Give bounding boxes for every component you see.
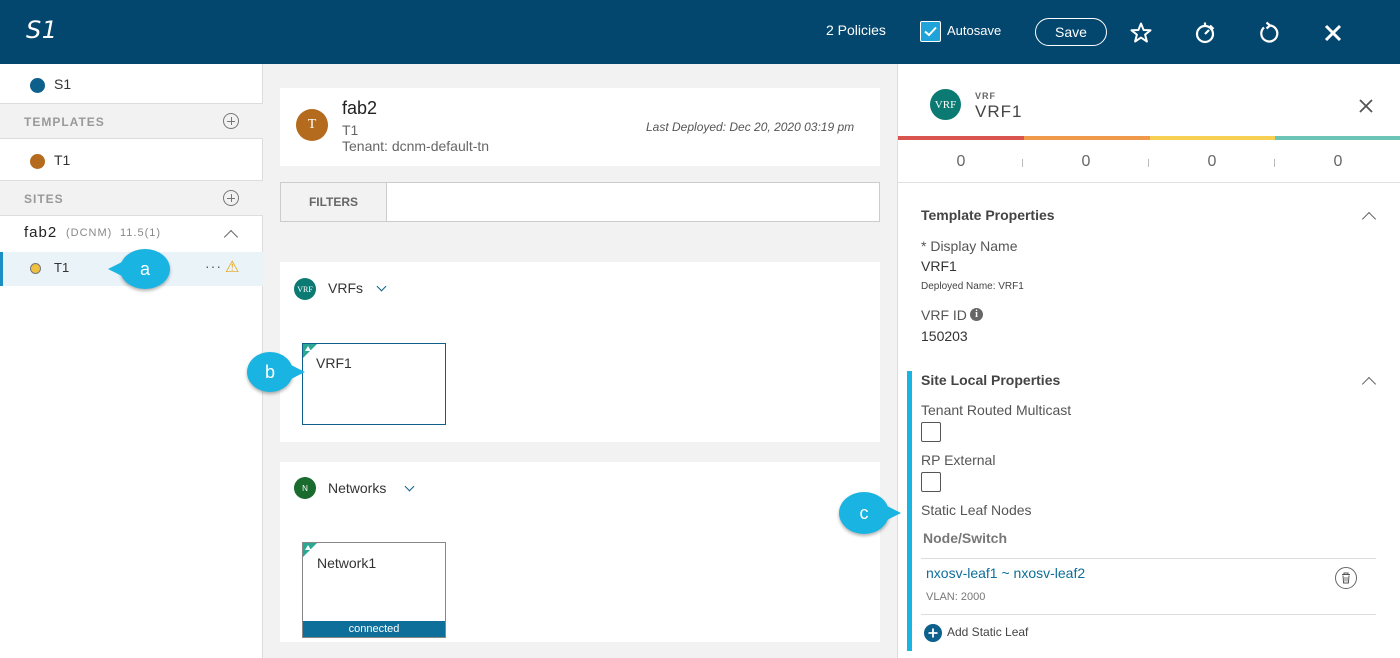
stat-critical: 0 xyxy=(956,153,966,170)
vrf-tile-label: VRF1 xyxy=(316,355,352,371)
panel-close-icon[interactable] xyxy=(1356,96,1376,116)
display-name-label: * Display Name xyxy=(921,238,1018,254)
static-leaf-label: Static Leaf Nodes xyxy=(921,502,1032,518)
refresh-icon[interactable] xyxy=(1256,20,1282,46)
last-deployed: Last Deployed: Dec 20, 2020 03:19 pm xyxy=(646,120,855,134)
site-local-properties-heading[interactable]: Site Local Properties xyxy=(921,372,1060,388)
panel-object-name: VRF1 xyxy=(975,102,1023,121)
template-avatar: T xyxy=(296,109,328,141)
node-switch-header: Node/Switch xyxy=(923,530,1008,546)
callout-a-label: a xyxy=(139,258,150,279)
template-item-t1[interactable]: T1 xyxy=(0,139,263,181)
filters-bar[interactable]: FILTERS xyxy=(280,182,880,222)
app-header: S1 2 Policies Autosave Save xyxy=(0,0,1400,64)
panel-avatar: VRF xyxy=(930,89,961,120)
properties-panel: VRF VRF VRF1 0 0 0 0 Template Properties… xyxy=(897,64,1400,658)
site-item-fab2[interactable]: fab2 (DCNM) 11.5(1) xyxy=(0,216,263,252)
stat-warning: 0 xyxy=(1333,153,1343,170)
template-item-label: T1 xyxy=(54,152,71,168)
info-icon[interactable]: i xyxy=(970,308,983,321)
collapse-site-local-icon[interactable] xyxy=(1361,376,1377,392)
filters-tab[interactable]: FILTERS xyxy=(281,183,387,221)
trm-label: Tenant Routed Multicast xyxy=(921,402,1072,418)
vrf-id-value: 150203 xyxy=(921,328,968,344)
warning-icon: ⚠ xyxy=(225,259,240,276)
schema-title: S1 xyxy=(26,16,58,44)
save-button[interactable]: Save xyxy=(1035,18,1107,46)
networks-card: N Networks Network1 connected xyxy=(280,462,880,642)
autosave-checkbox[interactable] xyxy=(920,21,941,42)
site-template-card: T fab2 T1 Tenant: dcnm-default-tn Last D… xyxy=(280,88,880,166)
site-template-label: T1 xyxy=(54,260,70,275)
rp-external-checkbox[interactable] xyxy=(921,472,941,492)
deployed-name: Deployed Name: VRF1 xyxy=(921,281,1024,292)
templates-section-header: TEMPLATES xyxy=(0,103,263,139)
close-icon[interactable] xyxy=(1320,20,1346,46)
policies-count[interactable]: 2 Policies xyxy=(826,22,886,38)
networks-label[interactable]: Networks xyxy=(328,480,386,496)
sites-heading: SITES xyxy=(24,192,64,206)
add-template-icon[interactable] xyxy=(223,113,239,129)
network-status-bar: connected xyxy=(303,621,445,637)
callout-b-label: b xyxy=(264,361,275,382)
callout-c: c xyxy=(839,492,901,534)
deploy-icon[interactable] xyxy=(1192,20,1218,46)
add-static-leaf-icon[interactable] xyxy=(924,624,942,642)
site-version: 11.5(1) xyxy=(120,227,162,239)
autosave-label: Autosave xyxy=(947,23,1002,38)
templates-heading: TEMPLATES xyxy=(24,115,105,129)
sites-section-header: SITES xyxy=(0,180,263,216)
delete-leaf-icon[interactable] xyxy=(1335,567,1357,589)
vrfs-expand-icon[interactable] xyxy=(376,281,387,292)
schema-item[interactable]: S1 xyxy=(0,64,263,104)
template-icon xyxy=(30,154,45,169)
add-static-leaf-button[interactable]: Add Static Leaf xyxy=(947,625,1028,639)
stat-minor: 0 xyxy=(1207,153,1217,170)
star-icon[interactable] xyxy=(1128,20,1154,46)
add-site-icon[interactable] xyxy=(223,190,239,206)
template-name: T1 xyxy=(342,122,359,138)
vrfs-label[interactable]: VRFs xyxy=(328,280,363,296)
networks-expand-icon[interactable] xyxy=(404,481,415,492)
more-actions-icon[interactable]: ··· xyxy=(205,258,222,274)
collapse-template-props-icon[interactable] xyxy=(1361,211,1377,227)
vrf-avatar: VRF xyxy=(294,278,316,300)
health-bar xyxy=(898,136,1400,140)
highlight-bar xyxy=(907,371,912,651)
panel-type-label: VRF xyxy=(975,91,996,101)
callout-b: b xyxy=(247,352,305,392)
trm-checkbox[interactable] xyxy=(921,422,941,442)
rp-external-label: RP External xyxy=(921,452,996,468)
site-type: (DCNM) xyxy=(66,227,113,239)
network-avatar: N xyxy=(294,477,316,499)
callout-c-label: c xyxy=(859,502,869,523)
schema-sidebar: S1 TEMPLATES T1 SITES fab2 (DCNM) 11.5(1… xyxy=(0,64,263,658)
site-name: fab2 xyxy=(24,224,58,241)
display-name-value: VRF1 xyxy=(921,258,957,274)
collapse-site-icon[interactable] xyxy=(223,229,239,245)
vrfs-card: VRF VRFs VRF1 xyxy=(280,262,880,442)
template-properties-heading[interactable]: Template Properties xyxy=(921,207,1055,223)
site-template-icon xyxy=(30,263,41,274)
network-tile[interactable]: Network1 connected xyxy=(302,542,446,638)
schema-icon xyxy=(30,78,45,93)
tenant-label: Tenant: dcnm-default-tn xyxy=(342,138,490,154)
schema-label: S1 xyxy=(54,76,72,92)
vlan-label: VLAN: 2000 xyxy=(926,591,986,603)
callout-a: a xyxy=(108,249,170,289)
network-tile-label: Network1 xyxy=(317,555,377,571)
site-title: fab2 xyxy=(342,98,378,118)
stat-major: 0 xyxy=(1081,153,1091,170)
vrf-tile[interactable]: VRF1 xyxy=(302,343,446,425)
vrf-id-label: VRF ID xyxy=(921,307,967,323)
static-leaf-link[interactable]: nxosv-leaf1 ~ nxosv-leaf2 xyxy=(926,565,1085,581)
